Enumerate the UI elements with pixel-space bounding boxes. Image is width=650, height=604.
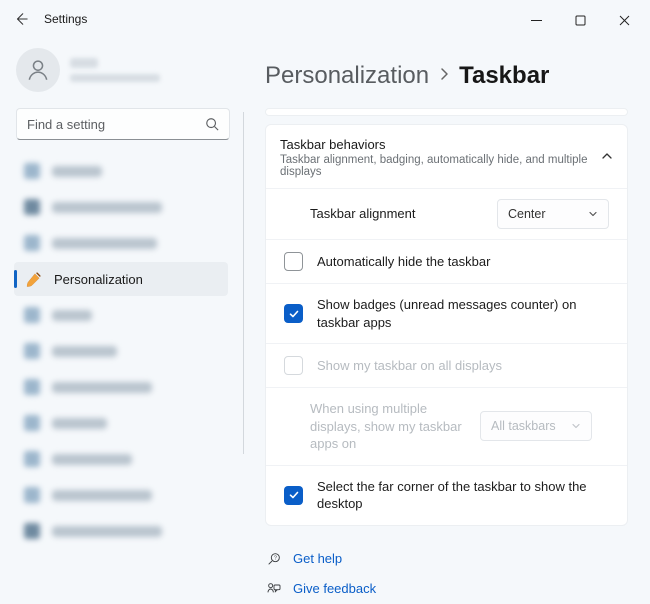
taskbar-alignment-row: Taskbar alignment Center — [266, 188, 627, 239]
sidebar-item[interactable] — [14, 226, 228, 260]
chevron-down-icon — [588, 209, 598, 219]
svg-text:?: ? — [274, 555, 277, 561]
sidebar-item-label: Personalization — [54, 272, 143, 287]
sidebar-item[interactable] — [14, 478, 228, 512]
card-subtitle: Taskbar alignment, badging, automaticall… — [280, 154, 601, 178]
search-input[interactable]: Find a setting — [16, 108, 230, 140]
close-button[interactable] — [602, 6, 646, 34]
person-icon — [25, 57, 51, 83]
badges-checkbox[interactable] — [284, 304, 303, 323]
window-title: Settings — [44, 12, 87, 26]
autohide-row[interactable]: Automatically hide the taskbar — [266, 239, 627, 283]
badges-row[interactable]: Show badges (unread messages counter) on… — [266, 283, 627, 343]
sidebar-item[interactable] — [14, 370, 228, 404]
footer-links: ? Get help Give feedback — [265, 544, 628, 604]
far-corner-label: Select the far corner of the taskbar to … — [317, 478, 609, 513]
sidebar-item-personalization[interactable]: Personalization — [14, 262, 228, 296]
give-feedback-link[interactable]: Give feedback — [265, 574, 628, 604]
multi-displays-label: When using multiple displays, show my ta… — [310, 400, 480, 453]
sidebar-item[interactable] — [14, 514, 228, 548]
content-pane: Personalization Taskbar Taskbar behavior… — [242, 38, 650, 514]
all-displays-label: Show my taskbar on all displays — [317, 357, 609, 375]
taskbar-behaviors-card: Taskbar behaviors Taskbar alignment, bad… — [265, 124, 628, 526]
sidebar-item[interactable] — [14, 190, 228, 224]
titlebar: Settings — [0, 0, 650, 38]
all-displays-checkbox — [284, 356, 303, 375]
sidebar-item[interactable] — [14, 406, 228, 440]
chevron-down-icon — [571, 421, 581, 431]
far-corner-row[interactable]: Select the far corner of the taskbar to … — [266, 465, 627, 525]
all-displays-row: Show my taskbar on all displays — [266, 343, 627, 387]
chevron-up-icon — [601, 150, 613, 165]
give-feedback-label: Give feedback — [293, 581, 376, 596]
search-icon — [205, 117, 219, 131]
help-icon: ? — [265, 550, 283, 568]
sidebar-item[interactable] — [14, 154, 228, 188]
multi-displays-select: All taskbars — [480, 411, 592, 441]
chevron-right-icon — [439, 67, 449, 86]
back-button[interactable] — [12, 10, 30, 28]
search-placeholder: Find a setting — [27, 117, 105, 132]
badges-label: Show badges (unread messages counter) on… — [317, 296, 609, 331]
nav-list: Personalization — [14, 154, 232, 548]
breadcrumb-current: Taskbar — [459, 62, 549, 90]
alignment-select[interactable]: Center — [497, 199, 609, 229]
autohide-label: Automatically hide the taskbar — [317, 253, 609, 271]
account-header[interactable] — [14, 44, 232, 106]
far-corner-checkbox[interactable] — [284, 486, 303, 505]
avatar — [16, 48, 60, 92]
breadcrumb: Personalization Taskbar — [265, 48, 628, 108]
minimize-button[interactable] — [514, 6, 558, 34]
breadcrumb-parent[interactable]: Personalization — [265, 62, 429, 90]
account-name — [70, 58, 160, 82]
autohide-checkbox[interactable] — [284, 252, 303, 271]
card-title: Taskbar behaviors — [280, 137, 601, 152]
get-help-link[interactable]: ? Get help — [265, 544, 628, 574]
sidebar-item[interactable] — [14, 298, 228, 332]
sidebar-item[interactable] — [14, 442, 228, 476]
collapsed-section[interactable] — [265, 108, 628, 116]
get-help-label: Get help — [293, 551, 342, 566]
maximize-button[interactable] — [558, 6, 602, 34]
sidebar: Find a setting Personalization — [0, 38, 242, 514]
multi-displays-row: When using multiple displays, show my ta… — [266, 387, 627, 465]
alignment-label: Taskbar alignment — [310, 205, 497, 223]
brush-icon — [24, 270, 42, 288]
card-header[interactable]: Taskbar behaviors Taskbar alignment, bad… — [266, 125, 627, 188]
sidebar-item[interactable] — [14, 334, 228, 368]
feedback-icon — [265, 580, 283, 598]
